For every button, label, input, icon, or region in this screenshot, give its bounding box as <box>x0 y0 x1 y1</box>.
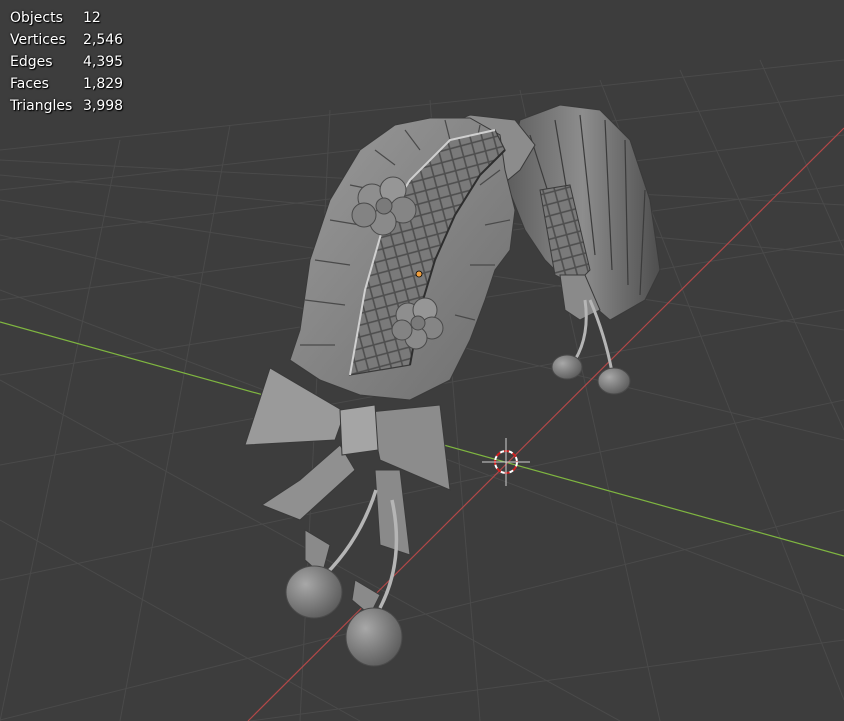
stat-row-vertices: Vertices 2,546 <box>10 29 123 51</box>
stat-value: 2,546 <box>83 32 124 48</box>
stat-value: 12 <box>83 10 101 26</box>
stat-row-objects: Objects 12 <box>10 7 123 29</box>
3d-viewport[interactable]: Objects 12 Vertices 2,546 Edges 4,395 Fa… <box>0 0 844 721</box>
bow[interactable] <box>244 367 451 556</box>
stat-row-faces: Faces 1,829 <box>10 73 123 95</box>
stat-row-edges: Edges 4,395 <box>10 51 123 73</box>
stat-value: 3,998 <box>83 98 124 114</box>
stat-label: Vertices <box>10 32 66 48</box>
front-cherry-1[interactable] <box>285 565 343 619</box>
stat-label: Triangles <box>10 98 73 114</box>
scene-statistics-overlay: Objects 12 Vertices 2,546 Edges 4,395 Fa… <box>10 7 123 117</box>
stat-label: Faces <box>10 76 49 92</box>
back-cherry-1[interactable] <box>551 354 583 380</box>
stat-value: 1,829 <box>83 76 124 92</box>
stat-label: Edges <box>10 54 53 70</box>
front-cherry-2[interactable] <box>345 607 403 667</box>
stat-row-triangles: Triangles 3,998 <box>10 95 123 117</box>
front-stem-1 <box>323 489 378 577</box>
stat-value: 4,395 <box>83 54 124 70</box>
back-cherry-2[interactable] <box>597 367 631 395</box>
3d-cursor-icon[interactable] <box>482 438 530 486</box>
stat-label: Objects <box>10 10 63 26</box>
object-origin-icon[interactable] <box>415 270 423 278</box>
viewport-canvas[interactable] <box>0 0 844 721</box>
